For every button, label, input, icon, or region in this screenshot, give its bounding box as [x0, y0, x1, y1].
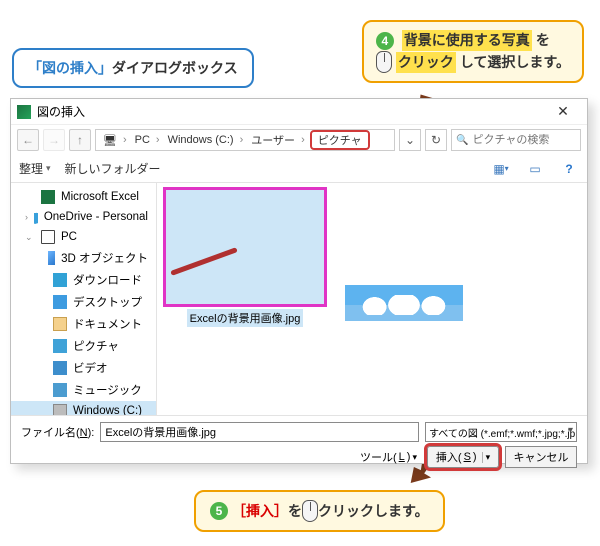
sidebar-item-label: Windows (C:)	[73, 405, 142, 415]
folder-icon	[53, 383, 67, 397]
sidebar-item[interactable]: ミュージック	[11, 379, 156, 401]
preview-button[interactable]: ▭	[525, 159, 545, 179]
step-badge-5: 5	[210, 502, 228, 520]
crumb-home[interactable]: 🖥	[100, 134, 130, 147]
close-button[interactable]: ✕	[545, 99, 581, 124]
callout-step-5: 5 ［挿入］ を クリック します。	[194, 490, 445, 532]
organize-button[interactable]: 整理▾	[19, 160, 51, 177]
folder-icon	[53, 404, 67, 415]
crumb-current[interactable]: ピクチャ	[310, 130, 370, 150]
sidebar-item[interactable]: ⌄ PC	[11, 227, 156, 247]
sidebar-item[interactable]: ドキュメント	[11, 313, 156, 335]
search-box[interactable]: 🔍	[451, 129, 581, 151]
sidebar-item-label: デスクトップ	[73, 294, 142, 310]
callout-step-4: 4 背景に使用する写真 を クリック して選択します。	[362, 20, 584, 83]
search-input[interactable]	[472, 134, 576, 146]
folder-icon	[34, 210, 38, 224]
filename-label: ファイル名(N):	[21, 424, 94, 440]
sidebar-item[interactable]: Windows (C:)	[11, 401, 156, 415]
thumbnail-image	[345, 285, 463, 321]
folder-icon	[41, 190, 55, 204]
insert-button[interactable]: 挿入(S)	[427, 446, 499, 468]
sidebar-item[interactable]: 3D オブジェクト	[11, 247, 156, 269]
sidebar-item-label: Microsoft Excel	[61, 191, 139, 203]
titlebar: 図の挿入 ✕	[11, 99, 587, 125]
toolbar: 整理▾ 新しいフォルダー ▦▾ ▭ ?	[11, 155, 587, 183]
step-badge-4: 4	[376, 32, 394, 50]
cancel-button[interactable]: キャンセル	[505, 446, 577, 468]
crumb-drive[interactable]: Windows (C:)	[165, 134, 247, 146]
dropdown-history-button[interactable]: ⌄	[399, 129, 421, 151]
sidebar-item[interactable]: Microsoft Excel	[11, 187, 156, 207]
file-thumbnail[interactable]: Excelの背景用画像.jpg	[163, 189, 327, 327]
crumb-pc[interactable]: PC	[132, 134, 163, 146]
dialog-title: 図の挿入	[37, 103, 85, 120]
callout-hl-1: 背景に使用する写真	[402, 30, 532, 51]
tools-menu[interactable]: ツール(L) ▾	[360, 449, 417, 465]
insert-picture-dialog: 図の挿入 ✕ ← → ↑ 🖥 PC Windows (C:) ユーザー ピクチャ…	[10, 98, 588, 464]
sidebar-item[interactable]: ビデオ	[11, 357, 156, 379]
sidebar: Microsoft Excel › OneDrive - Personal ⌄ PC 3…	[11, 183, 157, 415]
breadcrumb[interactable]: 🖥 PC Windows (C:) ユーザー ピクチャ	[95, 129, 395, 151]
help-button[interactable]: ?	[559, 159, 579, 179]
sidebar-item-label: ピクチャ	[73, 338, 119, 354]
mouse-icon	[302, 500, 318, 522]
filename-input[interactable]	[100, 422, 419, 442]
dialog-footer: ファイル名(N): すべての図 (*.emf;*.wmf;*.jpg;*.jp …	[11, 415, 587, 476]
file-thumbnail[interactable]	[345, 189, 463, 325]
file-area[interactable]: Excelの背景用画像.jpg	[157, 183, 587, 415]
folder-icon	[53, 361, 67, 375]
mouse-icon	[376, 51, 392, 73]
new-folder-button[interactable]: 新しいフォルダー	[65, 160, 161, 177]
view-button[interactable]: ▦▾	[491, 159, 511, 179]
crumb-user[interactable]: ユーザー	[248, 132, 307, 148]
sidebar-item-label: ビデオ	[73, 360, 108, 376]
app-icon	[17, 105, 31, 119]
sidebar-item-label: ミュージック	[73, 382, 142, 398]
forward-button[interactable]: →	[43, 129, 65, 151]
callout-insert-label: ［挿入］	[232, 501, 288, 521]
expand-icon: ⌄	[25, 232, 35, 243]
file-name-label: Excelの背景用画像.jpg	[187, 309, 304, 327]
back-button[interactable]: ←	[17, 129, 39, 151]
up-button[interactable]: ↑	[69, 129, 91, 151]
sidebar-item[interactable]: ダウンロード	[11, 269, 156, 291]
sidebar-item-label: OneDrive - Personal	[44, 211, 148, 223]
sidebar-item[interactable]: › OneDrive - Personal	[11, 207, 156, 227]
sidebar-item-label: ダウンロード	[73, 272, 142, 288]
sidebar-item-label: PC	[61, 231, 77, 243]
folder-icon	[53, 273, 67, 287]
file-filter-combo[interactable]: すべての図 (*.emf;*.wmf;*.jpg;*.jp	[425, 422, 577, 442]
expand-icon: ›	[25, 212, 28, 222]
sidebar-item[interactable]: デスクトップ	[11, 291, 156, 313]
folder-icon	[53, 295, 67, 309]
thumbnail-image	[165, 189, 325, 305]
refresh-button[interactable]: ↻	[425, 129, 447, 151]
folder-icon	[41, 230, 55, 244]
callout-hl-2: クリック	[396, 52, 456, 73]
folder-icon	[53, 339, 67, 353]
callout-rest-text: ダイアログボックス	[112, 58, 238, 78]
callout-blue-text: 「図の挿入」	[28, 58, 112, 78]
callout-dialog-name: 「図の挿入」 ダイアログボックス	[12, 48, 254, 88]
search-icon: 🔍	[456, 135, 468, 146]
sidebar-item-label: 3D オブジェクト	[61, 250, 148, 266]
sidebar-item-label: ドキュメント	[73, 316, 142, 332]
folder-icon	[53, 317, 67, 331]
address-bar: ← → ↑ 🖥 PC Windows (C:) ユーザー ピクチャ ⌄ ↻ 🔍	[11, 125, 587, 155]
folder-icon	[48, 251, 55, 265]
sidebar-item[interactable]: ピクチャ	[11, 335, 156, 357]
